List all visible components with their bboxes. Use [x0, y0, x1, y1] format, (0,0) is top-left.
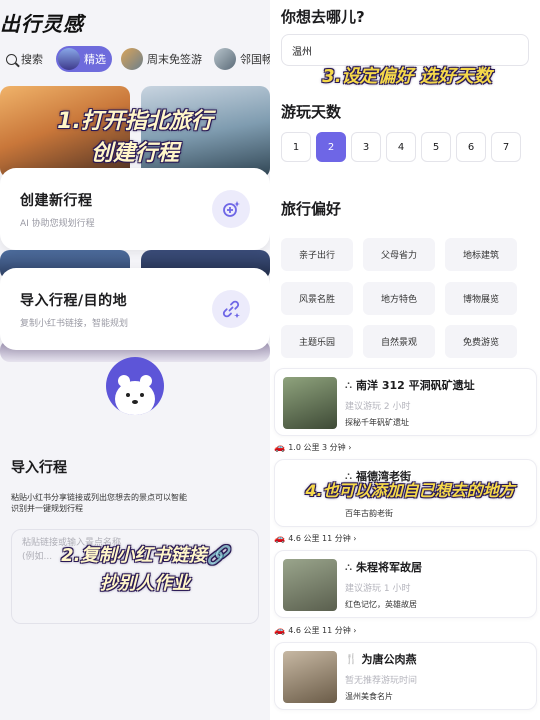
featured-thumb [58, 48, 80, 70]
route-info[interactable]: 🚗 4.6 公里 11 分钟 › [274, 625, 357, 636]
food-icon: 🍴 [345, 653, 358, 665]
left-panel: 出行灵感 搜索 精选 周末免签游 邻国畅 1.打开指北旅行 创建行程 创建新行程… [0, 0, 270, 720]
chevron-right-icon: › [350, 534, 357, 543]
route-info[interactable]: 🚗 1.0 公里 3 分钟 › [274, 442, 351, 453]
spot-hint: 暂无推荐游玩时间 [345, 676, 418, 686]
import-trip-button[interactable] [212, 290, 250, 328]
destination-question: 你想去哪儿? [281, 8, 365, 26]
create-trip-card[interactable]: 创建新行程 AI 协助您规划行程 [0, 168, 270, 250]
import-trip-title: 导入行程/目的地 [20, 293, 128, 309]
create-trip-button[interactable] [212, 190, 250, 228]
pref-option[interactable]: 自然景观 [363, 325, 435, 358]
import-section-description: 粘贴小红书分享链接或列出您想去的景点可以智能识别并一键规划行程 [11, 493, 187, 513]
nearby-chip[interactable]: 邻国畅 [214, 46, 270, 72]
import-section-title: 导入行程 [11, 460, 67, 476]
pref-option[interactable]: 免费游览 [445, 325, 517, 358]
step2-caption-line2: 抄别人作业 [100, 573, 190, 594]
car-icon: 🚗 [274, 625, 286, 636]
day-option-selected[interactable]: 2 [316, 132, 346, 162]
pref-option[interactable]: 父母省力 [363, 238, 435, 271]
spot-name-text: 为唐公肉燕 [361, 653, 417, 666]
step1-caption: 1.打开指北旅行 创建行程 [20, 106, 250, 170]
pref-option[interactable]: 地标建筑 [445, 238, 517, 271]
link-icon [222, 300, 240, 318]
pref-option[interactable]: 风景名胜 [281, 282, 353, 315]
chevron-right-icon: › [350, 626, 357, 635]
create-trip-subtitle: AI 协助您规划行程 [20, 219, 95, 229]
step4-caption: 4.也可以添加自己想去的地方 [305, 481, 515, 500]
attraction-icon: ⛬ [345, 379, 352, 391]
step3-caption: 3.设定偏好 选好天数 [322, 66, 492, 87]
search-icon [6, 53, 17, 65]
spot-thumbnail [283, 377, 337, 429]
spot-description: 百年古韵老街 [345, 509, 393, 518]
spot-hint: 建议游玩 2 小时 [345, 402, 411, 412]
route-text: 4.6 公里 11 分钟 [288, 534, 351, 543]
day-option[interactable]: 3 [351, 132, 381, 162]
spot-description: 探秘千年矾矿遗址 [345, 418, 409, 427]
spot-card[interactable]: 🍴 为唐公肉燕 暂无推荐游玩时间 温州美食名片 [274, 642, 537, 710]
step2-caption: 2.复制小红书链接🔗 抄别人作业 [40, 542, 250, 598]
spot-hint: 建议游玩 1 小时 [345, 584, 411, 594]
right-panel: 你想去哪儿? 温州 3.设定偏好 选好天数 游玩天数 1 2 3 4 5 6 7… [270, 0, 540, 720]
weekend-thumb [121, 48, 143, 70]
nearby-chip-label: 邻国畅 [240, 53, 270, 66]
category-chips: 搜索 精选 周末免签游 邻国畅 [0, 46, 270, 74]
car-icon: 🚗 [274, 442, 286, 453]
day-option[interactable]: 7 [491, 132, 521, 162]
spot-name-text: 南洋 312 平洞矾矿遗址 [356, 379, 475, 392]
spot-thumbnail [283, 559, 337, 611]
attraction-icon: ⛬ [345, 561, 352, 573]
spot-description: 红色记忆，英雄故居 [345, 600, 417, 609]
preferences-grid: 亲子出行 父母省力 地标建筑 风景名胜 地方特色 博物展览 主题乐园 自然景观 … [281, 238, 540, 358]
sparkle-plus-icon [223, 201, 240, 217]
day-option[interactable]: 1 [281, 132, 311, 162]
spot-name: 🍴 为唐公肉燕 [345, 651, 416, 667]
spot-card[interactable]: ⛬ 朱程将军故居 建议游玩 1 小时 红色记忆，英雄故居 [274, 550, 537, 618]
day-option[interactable]: 6 [456, 132, 486, 162]
import-trip-subtitle: 复制小红书链接，智能规划 [20, 319, 129, 329]
search-chip-label: 搜索 [21, 53, 43, 66]
step1-caption-line1: 1.打开指北旅行 [57, 109, 213, 134]
spot-card[interactable]: ⛬ 南洋 312 平洞矾矿遗址 建议游玩 2 小时 探秘千年矾矿遗址 [274, 368, 537, 436]
day-option[interactable]: 5 [421, 132, 451, 162]
route-text: 4.6 公里 11 分钟 [288, 626, 351, 635]
step2-caption-line1: 2.复制小红书链接🔗 [61, 545, 229, 566]
weekend-chip[interactable]: 周末免签游 [121, 46, 202, 72]
step1-caption-line2: 创建行程 [90, 141, 179, 166]
pref-option[interactable]: 主题乐园 [281, 325, 353, 358]
polar-bear-mascot-icon [106, 357, 164, 415]
app-title: 出行灵感 [0, 12, 84, 36]
spot-description: 温州美食名片 [345, 692, 393, 701]
days-title: 游玩天数 [281, 103, 342, 121]
spot-thumbnail [283, 651, 337, 703]
spot-name: ⛬ 南洋 312 平洞矾矿遗址 [345, 377, 475, 393]
weekend-chip-label: 周末免签游 [147, 53, 202, 66]
nearby-thumb [214, 48, 236, 70]
preferences-title: 旅行偏好 [281, 200, 342, 218]
pref-option[interactable]: 地方特色 [363, 282, 435, 315]
car-icon: 🚗 [274, 533, 286, 544]
search-chip[interactable]: 搜索 [6, 46, 43, 72]
pref-option[interactable]: 亲子出行 [281, 238, 353, 271]
pref-option[interactable]: 博物展览 [445, 282, 517, 315]
days-selector: 1 2 3 4 5 6 7 [281, 132, 540, 162]
route-info[interactable]: 🚗 4.6 公里 11 分钟 › [274, 533, 357, 544]
featured-chip-label: 精选 [84, 53, 106, 66]
import-trip-card[interactable]: 导入行程/目的地 复制小红书链接，智能规划 [0, 268, 270, 350]
route-text: 1.0 公里 3 分钟 [288, 443, 346, 452]
featured-chip[interactable]: 精选 [56, 46, 112, 72]
spot-name-text: 朱程将军故居 [356, 561, 422, 574]
chevron-right-icon: › [345, 443, 352, 452]
spot-name: ⛬ 朱程将军故居 [345, 559, 422, 575]
create-trip-title: 创建新行程 [20, 193, 93, 209]
day-option[interactable]: 4 [386, 132, 416, 162]
